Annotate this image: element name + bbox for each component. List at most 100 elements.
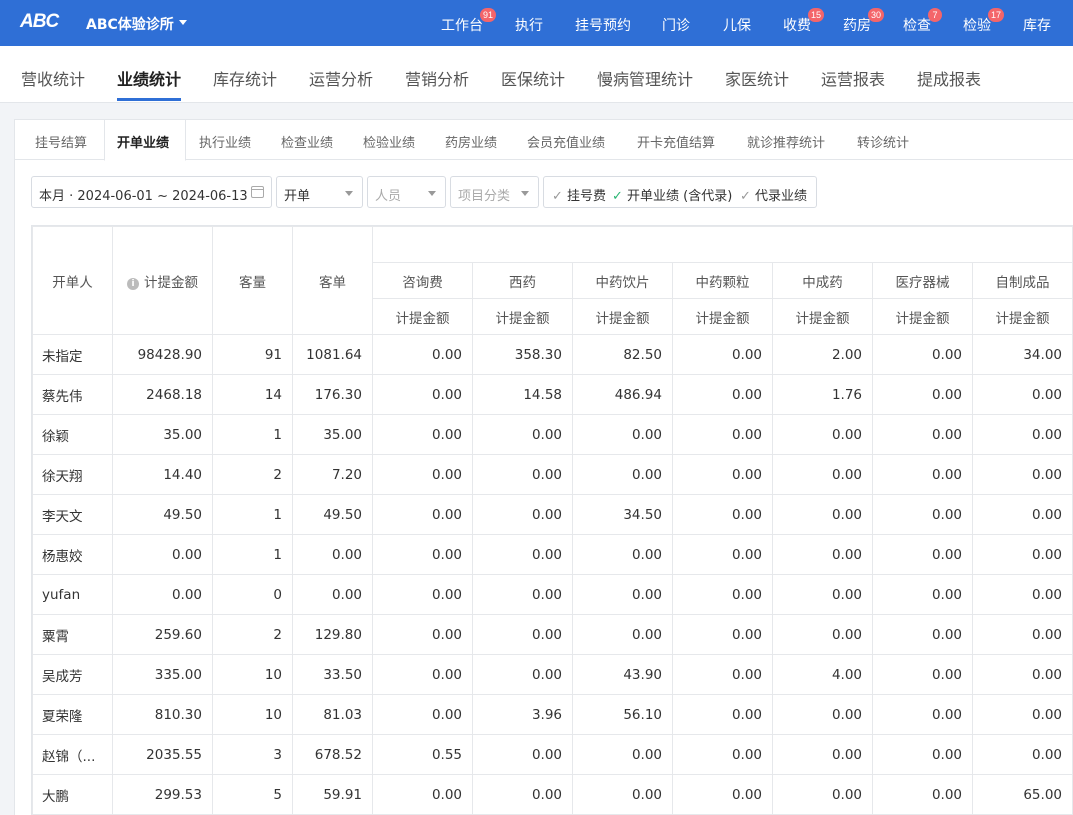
performance-table: 开单人 i 计提金额 客量 客单 咨询费 西药 中药饮片 中药颗粒 中成药 医疗器…: [31, 225, 1073, 815]
cell-value: 0.00: [772, 414, 873, 455]
cell-value: 0.00: [372, 574, 473, 615]
cell-value: 0.00: [372, 534, 473, 575]
cell-value: 0.00: [772, 454, 873, 495]
nav-execute[interactable]: 执行: [515, 15, 543, 35]
cell-value: 10: [212, 654, 293, 695]
tab-inventory-stats[interactable]: 库存统计: [213, 66, 277, 90]
cell-value: 0.00: [472, 734, 573, 775]
cell-value: 0.00: [572, 454, 673, 495]
cell-value: 98428.90: [112, 334, 213, 375]
check-icon: ✓: [612, 189, 623, 204]
cell-value: 3: [212, 734, 293, 775]
cell-value: 129.80: [292, 614, 373, 655]
cell-value: 2.00: [772, 334, 873, 375]
sub-tabs: 挂号结算 开单业绩 执行业绩 检查业绩 检验业绩 药房业绩 会员充值业绩 开卡充…: [15, 119, 1073, 161]
cell-value: 35.00: [292, 414, 373, 455]
cell-value: 0.00: [972, 454, 1073, 495]
cell-value: 1.76: [772, 374, 873, 415]
cell-person: 杨惠姣: [32, 534, 113, 575]
cell-value: 0.00: [472, 614, 573, 655]
cell-value: 0.00: [572, 614, 673, 655]
clinic-dropdown-icon[interactable]: [179, 20, 187, 25]
cell-value: 43.90: [572, 654, 673, 695]
nav-examination[interactable]: 检查: [903, 15, 931, 35]
tab-chronic[interactable]: 慢病管理统计: [597, 66, 693, 90]
type-select[interactable]: 开单: [276, 176, 363, 208]
cell-value: 0.00: [672, 694, 773, 735]
check-icon: ✓: [740, 189, 751, 204]
subtab-billing[interactable]: 开单业绩: [117, 132, 169, 151]
cell-value: 0.00: [972, 734, 1073, 775]
tab-family-doctor[interactable]: 家医统计: [725, 66, 789, 90]
cell-value: 0.00: [572, 534, 673, 575]
tab-performance[interactable]: 业绩统计: [117, 66, 181, 90]
subtab-pharmacy[interactable]: 药房业绩: [445, 132, 497, 151]
subtab-card-recharge[interactable]: 开卡充值结算: [637, 132, 715, 151]
cell-value: 82.50: [572, 334, 673, 375]
tab-insurance[interactable]: 医保统计: [501, 66, 565, 90]
cell-value: 0.00: [972, 374, 1073, 415]
col-header-avg: 客单: [292, 226, 373, 335]
table-row: 杨惠姣 0.00 1 0.00 0.00 0.00 0.00 0.00 0.00…: [32, 534, 1073, 575]
cell-value: 0.00: [372, 414, 473, 455]
check-billing[interactable]: ✓ 开单业绩 (含代录): [612, 185, 732, 204]
cell-value: 0.00: [472, 574, 573, 615]
main-tabs: 营收统计 业绩统计 库存统计 运营分析 营销分析 医保统计 慢病管理统计 家医统…: [0, 46, 1073, 103]
cell-value: 0.00: [872, 534, 973, 575]
cell-value: 0.00: [672, 614, 773, 655]
subtab-member-recharge[interactable]: 会员充值业绩: [527, 132, 605, 151]
cell-value: 0.00: [872, 654, 973, 695]
info-icon[interactable]: i: [127, 277, 139, 290]
category-select[interactable]: 项目分类: [450, 176, 539, 208]
calendar-icon: [251, 186, 264, 198]
cell-value: 0.55: [372, 734, 473, 775]
check-registration[interactable]: ✓ 挂号费: [552, 185, 606, 204]
check-proxy[interactable]: ✓ 代录业绩: [740, 185, 807, 204]
subtab-referral-stats[interactable]: 就诊推荐统计: [747, 132, 825, 151]
subtab-transfer-stats[interactable]: 转诊统计: [857, 132, 909, 151]
cell-value: 2: [212, 614, 293, 655]
app-root: ABC ABC体验诊所 工作台 91 执行 挂号预约 门诊 儿保 收费 15 药…: [0, 0, 1073, 815]
tab-operations[interactable]: 运营分析: [309, 66, 373, 90]
nav-lab[interactable]: 检验: [963, 15, 991, 35]
cell-value: 0.00: [972, 574, 1073, 615]
cell-value: 0.00: [472, 654, 573, 695]
cell-value: 0.00: [872, 574, 973, 615]
cell-value: 0.00: [372, 654, 473, 695]
nav-inventory[interactable]: 库存: [1023, 15, 1051, 35]
cell-person: 李天文: [32, 494, 113, 535]
tab-commission-report[interactable]: 提成报表: [917, 66, 981, 90]
clinic-name[interactable]: ABC体验诊所: [86, 14, 174, 34]
subtab-examination[interactable]: 检查业绩: [281, 132, 333, 151]
subtab-lab[interactable]: 检验业绩: [363, 132, 415, 151]
cell-value: 0.00: [972, 654, 1073, 695]
cell-value: 0.00: [672, 774, 773, 815]
cell-value: 0.00: [372, 374, 473, 415]
cell-value: 2468.18: [112, 374, 213, 415]
tab-revenue[interactable]: 营收统计: [21, 66, 85, 90]
subtab-registration[interactable]: 挂号结算: [35, 132, 87, 151]
person-select[interactable]: 人员: [367, 176, 446, 208]
cell-value: 0.00: [672, 574, 773, 615]
abc-logo[interactable]: ABC: [20, 11, 59, 33]
cell-value: 1: [212, 414, 293, 455]
cell-value: 0.00: [972, 494, 1073, 535]
cell-value: 35.00: [112, 414, 213, 455]
nav-appointment[interactable]: 挂号预约: [575, 15, 631, 35]
nav-charge[interactable]: 收费: [783, 15, 811, 35]
subtab-execution[interactable]: 执行业绩: [199, 132, 251, 151]
nav-outpatient[interactable]: 门诊: [662, 15, 690, 35]
cell-value: 0.00: [672, 534, 773, 575]
nav-pharmacy[interactable]: 药房: [843, 15, 871, 35]
tab-ops-report[interactable]: 运营报表: [821, 66, 885, 90]
cell-value: 49.50: [292, 494, 373, 535]
nav-workbench[interactable]: 工作台: [441, 15, 483, 35]
active-tab-underline: [117, 98, 181, 101]
cell-value: 0.00: [672, 734, 773, 775]
tab-marketing[interactable]: 营销分析: [405, 66, 469, 90]
cell-value: 176.30: [292, 374, 373, 415]
cell-value: 0: [212, 574, 293, 615]
nav-child-care[interactable]: 儿保: [723, 15, 751, 35]
table-row: 徐颖 35.00 1 35.00 0.00 0.00 0.00 0.00 0.0…: [32, 414, 1073, 455]
date-range-picker[interactable]: 本月 · 2024-06-01 ~ 2024-06-13: [31, 176, 272, 208]
